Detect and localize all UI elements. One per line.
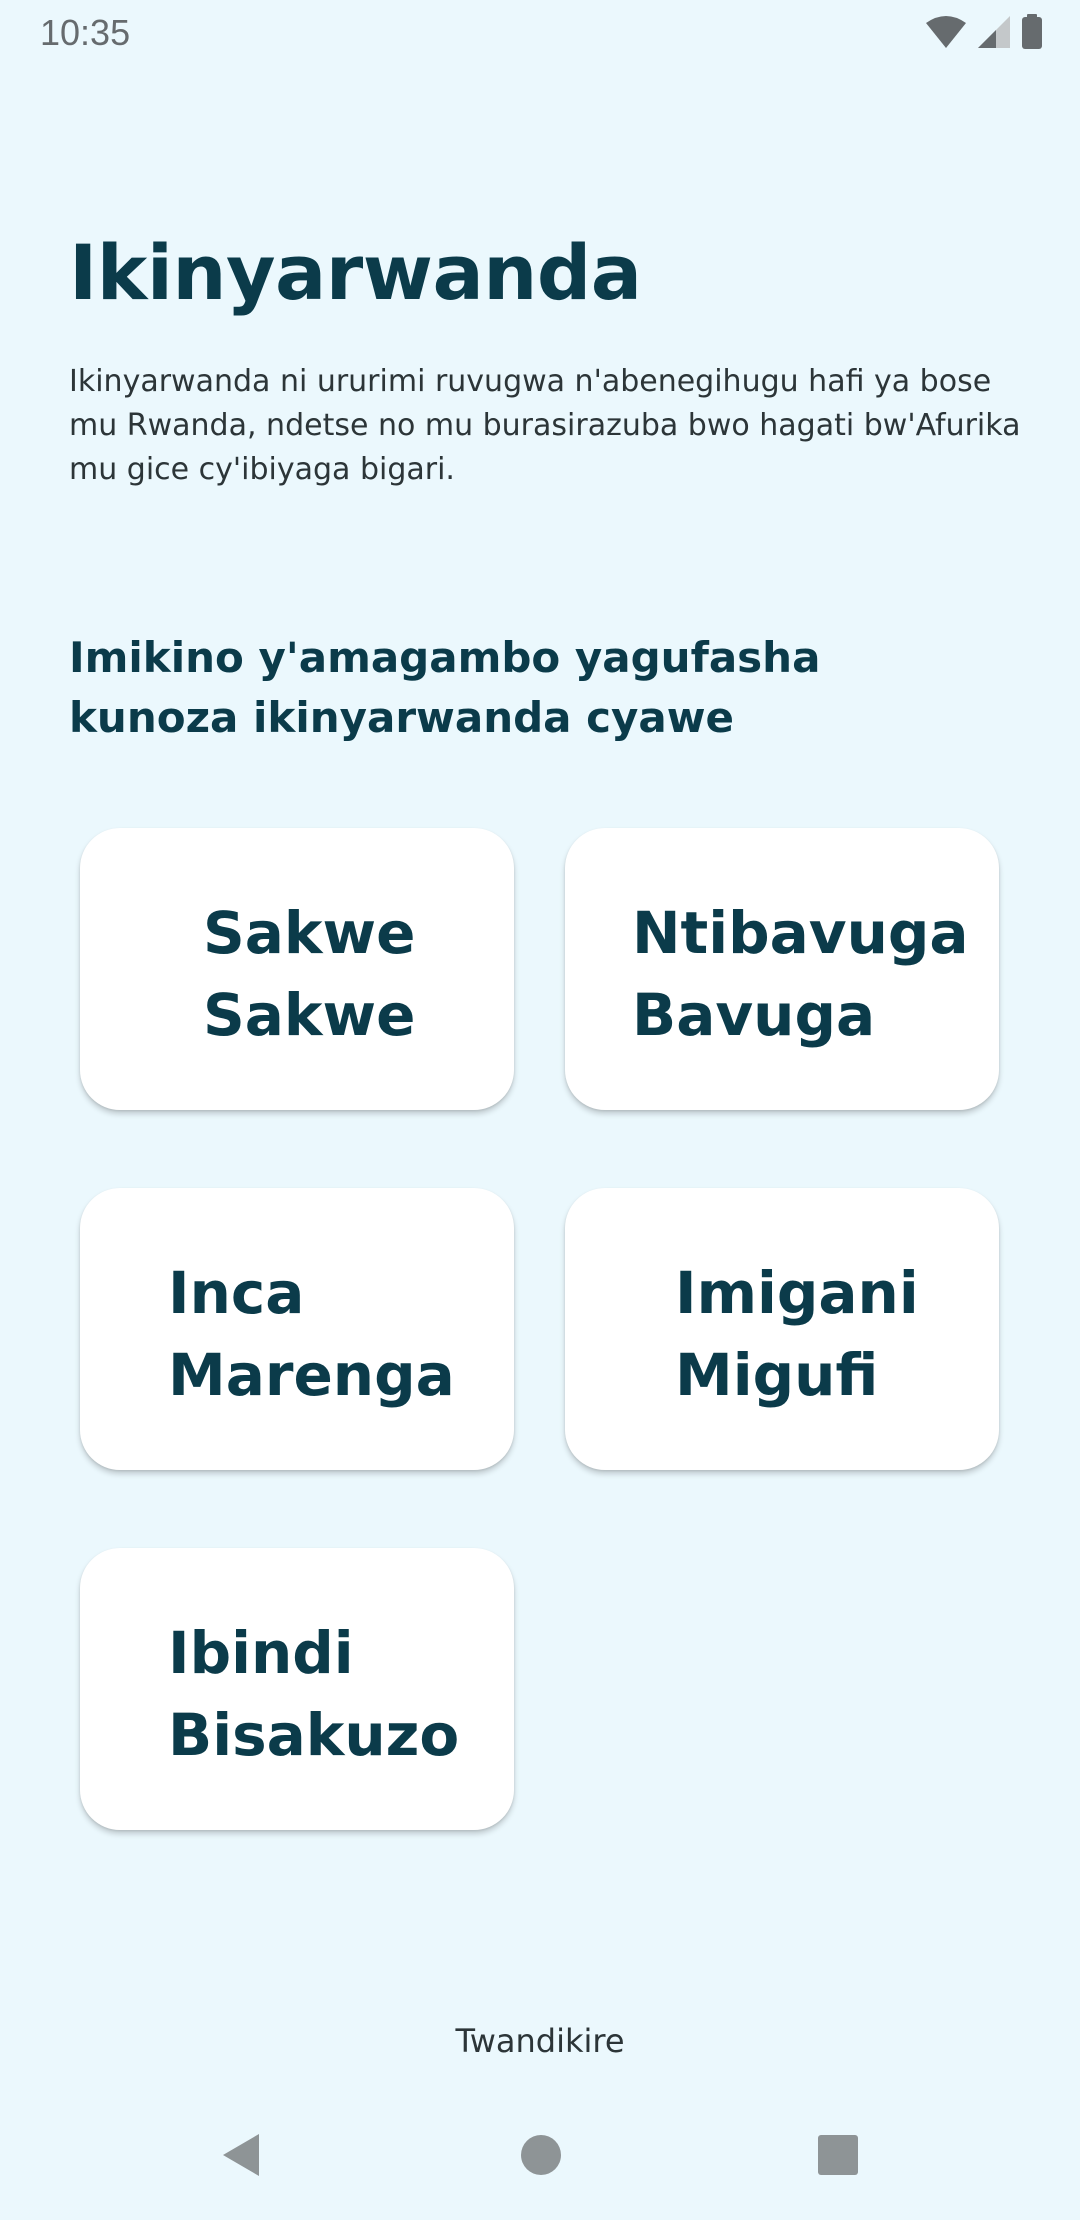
games-section-title: Imikino y'amagambo yagufasha kunoza ikin… xyxy=(69,633,821,742)
game-card-label: Ibindi Bisakuzo xyxy=(168,1619,460,1769)
contact-us-link[interactable]: Twandikire xyxy=(0,2022,1080,2060)
game-card-label: Imigani Migufi xyxy=(675,1259,919,1409)
game-card-label: Inca Marenga xyxy=(168,1259,455,1409)
game-card-sakwe-sakwe[interactable]: Sakwe Sakwe xyxy=(80,828,514,1110)
status-bar: 10:35 xyxy=(0,0,1080,66)
game-card-ibindi-bisakuzo[interactable]: Ibindi Bisakuzo xyxy=(80,1548,514,1830)
game-card-label: Sakwe Sakwe xyxy=(203,899,416,1049)
navigation-bar xyxy=(0,2110,1080,2198)
game-card-inca-marenga[interactable]: Inca Marenga xyxy=(80,1188,514,1470)
home-icon[interactable] xyxy=(518,2132,564,2178)
game-card-ntibavuga-bavuga[interactable]: Ntibavuga Bavuga xyxy=(565,828,999,1110)
page-title: Ikinyarwanda xyxy=(69,228,642,317)
status-time: 10:35 xyxy=(40,12,131,53)
back-icon[interactable] xyxy=(218,2132,264,2178)
status-icons xyxy=(924,14,1044,54)
battery-icon xyxy=(1020,14,1044,54)
wifi-icon xyxy=(924,15,968,53)
cellular-signal-icon xyxy=(976,15,1012,53)
game-card-label: Ntibavuga Bavuga xyxy=(632,899,969,1049)
game-card-imigani-migufi[interactable]: Imigani Migufi xyxy=(565,1188,999,1470)
recents-icon[interactable] xyxy=(815,2132,861,2178)
page-description: Ikinyarwanda ni ururimi ruvugwa n'abeneg… xyxy=(69,364,1021,487)
